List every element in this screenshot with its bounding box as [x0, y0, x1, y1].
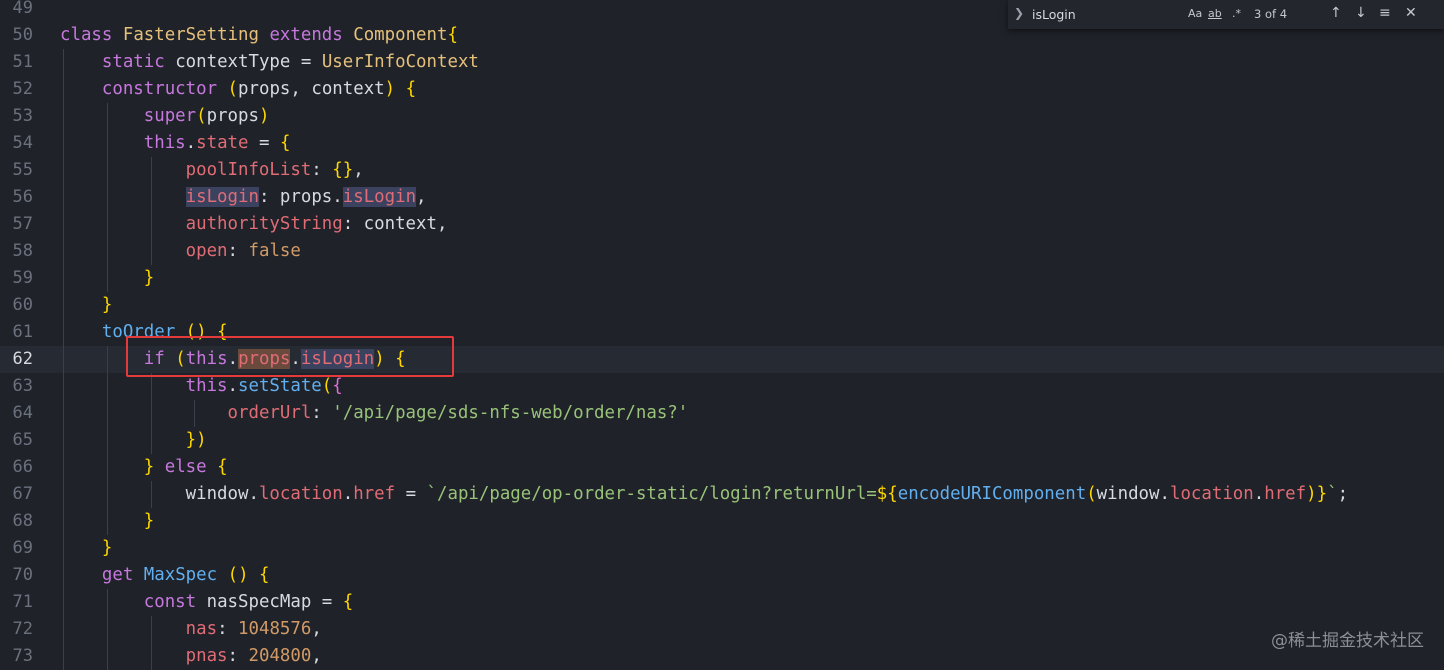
arrow-up-icon[interactable]: ↑: [1330, 5, 1342, 21]
close-icon[interactable]: ✕: [1405, 5, 1417, 21]
find-widget: ❯ Aa ab .* 3 of 4 ↑ ↓ ≡ ✕: [1008, 0, 1444, 29]
code-text: authorityString: context,: [185, 214, 448, 234]
chevron-right-icon[interactable]: ❯: [1014, 6, 1024, 20]
code-line[interactable]: 71 const nasSpecMap = {: [0, 589, 1444, 616]
whole-word-toggle[interactable]: ab: [1208, 7, 1222, 20]
line-number: 65: [12, 430, 33, 450]
code-editor[interactable]: 49 50 class FasterSetting extends Componen…: [0, 0, 1444, 670]
line-number: 58: [12, 241, 33, 261]
line-number: 63: [12, 376, 33, 396]
code-line[interactable]: 65 }): [0, 427, 1444, 454]
code-line[interactable]: 67 window.location.href = `/api/page/op-…: [0, 481, 1444, 508]
code-text: poolInfoList: {},: [185, 160, 364, 180]
code-line[interactable]: 55 poolInfoList: {},: [0, 157, 1444, 184]
code-line[interactable]: 57 authorityString: context,: [0, 211, 1444, 238]
code-line[interactable]: 73 pnas: 204800,: [0, 643, 1444, 670]
regex-toggle[interactable]: .*: [1232, 7, 1241, 20]
code-text: const nasSpecMap = {: [143, 592, 354, 612]
match-count: 3 of 4: [1254, 7, 1288, 21]
code-text: }: [101, 538, 113, 558]
line-number: 55: [12, 160, 33, 180]
line-number: 72: [12, 619, 33, 639]
annotation-highlight-box: [126, 336, 454, 377]
code-line[interactable]: 56 isLogin: props.isLogin,: [0, 184, 1444, 211]
code-text: this.setState({: [185, 376, 343, 396]
line-number: 61: [12, 322, 33, 342]
code-line[interactable]: 53 super(props): [0, 103, 1444, 130]
line-number: 56: [12, 187, 33, 207]
code-line[interactable]: 68 }: [0, 508, 1444, 535]
code-text: super(props): [143, 106, 270, 126]
code-line[interactable]: 60 }: [0, 292, 1444, 319]
arrow-down-icon[interactable]: ↓: [1355, 5, 1367, 21]
line-number: 64: [12, 403, 33, 423]
line-number: 52: [12, 79, 33, 99]
line-number: 49: [12, 0, 33, 18]
find-input[interactable]: [1030, 4, 1262, 24]
line-number: 69: [12, 538, 33, 558]
line-number: 68: [12, 511, 33, 531]
line-number: 67: [12, 484, 33, 504]
code-text: } else {: [143, 457, 228, 477]
code-text: }: [143, 268, 155, 288]
code-line[interactable]: 63 this.setState({: [0, 373, 1444, 400]
code-line[interactable]: 72 nas: 1048576,: [0, 616, 1444, 643]
code-text: constructor (props, context) {: [101, 79, 417, 99]
line-number: 51: [12, 52, 33, 72]
line-number: 53: [12, 106, 33, 126]
code-line[interactable]: 69 }: [0, 535, 1444, 562]
code-text: this.state = {: [143, 133, 291, 153]
line-number: 57: [12, 214, 33, 234]
code-line[interactable]: 51 static contextType = UserInfoContext: [0, 49, 1444, 76]
code-text: orderUrl: '/api/page/sds-nfs-web/order/n…: [227, 403, 689, 423]
line-number: 73: [12, 646, 33, 666]
line-number: 70: [12, 565, 33, 585]
line-number: 50: [12, 25, 33, 45]
match-case-toggle[interactable]: Aa: [1188, 7, 1202, 20]
line-number: 60: [12, 295, 33, 315]
code-line[interactable]: 58 open: false: [0, 238, 1444, 265]
line-number: 71: [12, 592, 33, 612]
code-text: isLogin: props.isLogin,: [185, 187, 427, 207]
code-text: get MaxSpec () {: [101, 565, 270, 585]
code-line[interactable]: 59 }: [0, 265, 1444, 292]
watermark: @稀土掘金技术社区: [1271, 631, 1424, 651]
code-text: static contextType = UserInfoContext: [101, 52, 479, 72]
code-line[interactable]: 70 get MaxSpec () {: [0, 562, 1444, 589]
code-line[interactable]: 52 constructor (props, context) {: [0, 76, 1444, 103]
line-number: 62: [12, 349, 33, 369]
code-text: }): [185, 430, 207, 450]
code-text: pnas: 204800,: [185, 646, 322, 666]
code-text: window.location.href = `/api/page/op-ord…: [185, 484, 1349, 504]
code-line[interactable]: 66 } else {: [0, 454, 1444, 481]
code-line[interactable]: 64 orderUrl: '/api/page/sds-nfs-web/orde…: [0, 400, 1444, 427]
line-number: 54: [12, 133, 33, 153]
line-number: 66: [12, 457, 33, 477]
code-text: nas: 1048576,: [185, 619, 322, 639]
code-text: }: [101, 295, 113, 315]
code-text: open: false: [185, 241, 301, 261]
code-line[interactable]: 54 this.state = {: [0, 130, 1444, 157]
line-number: 59: [12, 268, 33, 288]
code-text: }: [143, 511, 155, 531]
find-in-selection-icon[interactable]: ≡: [1379, 5, 1391, 21]
code-text: class FasterSetting extends Component{: [60, 25, 458, 45]
